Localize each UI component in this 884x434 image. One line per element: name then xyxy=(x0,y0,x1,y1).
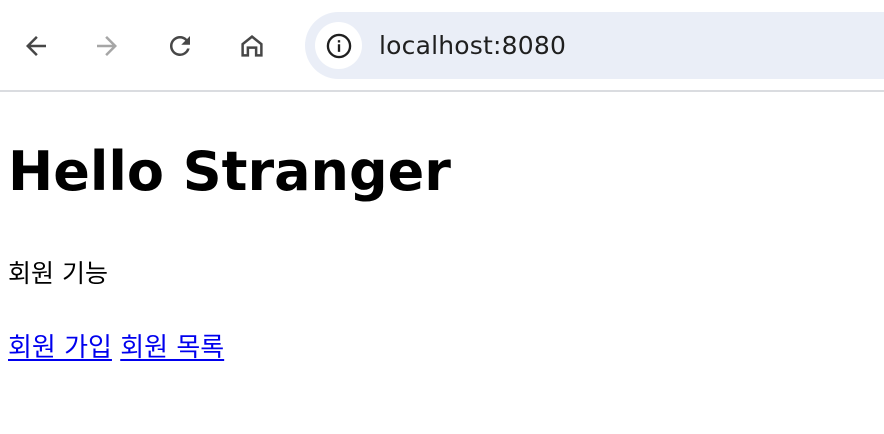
url-text[interactable]: localhost:8080 xyxy=(379,30,566,62)
browser-toolbar: localhost:8080 xyxy=(0,0,884,92)
reload-icon xyxy=(169,35,190,56)
member-list-link[interactable]: 회원 목록 xyxy=(120,333,224,363)
address-bar[interactable]: localhost:8080 xyxy=(305,12,884,79)
site-info-button[interactable] xyxy=(315,22,362,69)
forward-button[interactable] xyxy=(87,26,127,66)
member-links: 회원 가입 회원 목록 xyxy=(8,332,224,364)
page-title: Hello Stranger xyxy=(8,140,451,203)
info-icon xyxy=(326,33,351,58)
home-button[interactable] xyxy=(232,26,272,66)
home-icon xyxy=(241,35,263,57)
back-button[interactable] xyxy=(16,26,56,66)
forward-arrow-icon xyxy=(97,36,117,56)
back-arrow-icon xyxy=(26,36,46,56)
member-features-heading: 회원 기능 xyxy=(8,259,108,288)
signup-link[interactable]: 회원 가입 xyxy=(8,333,112,363)
reload-button[interactable] xyxy=(160,26,200,66)
